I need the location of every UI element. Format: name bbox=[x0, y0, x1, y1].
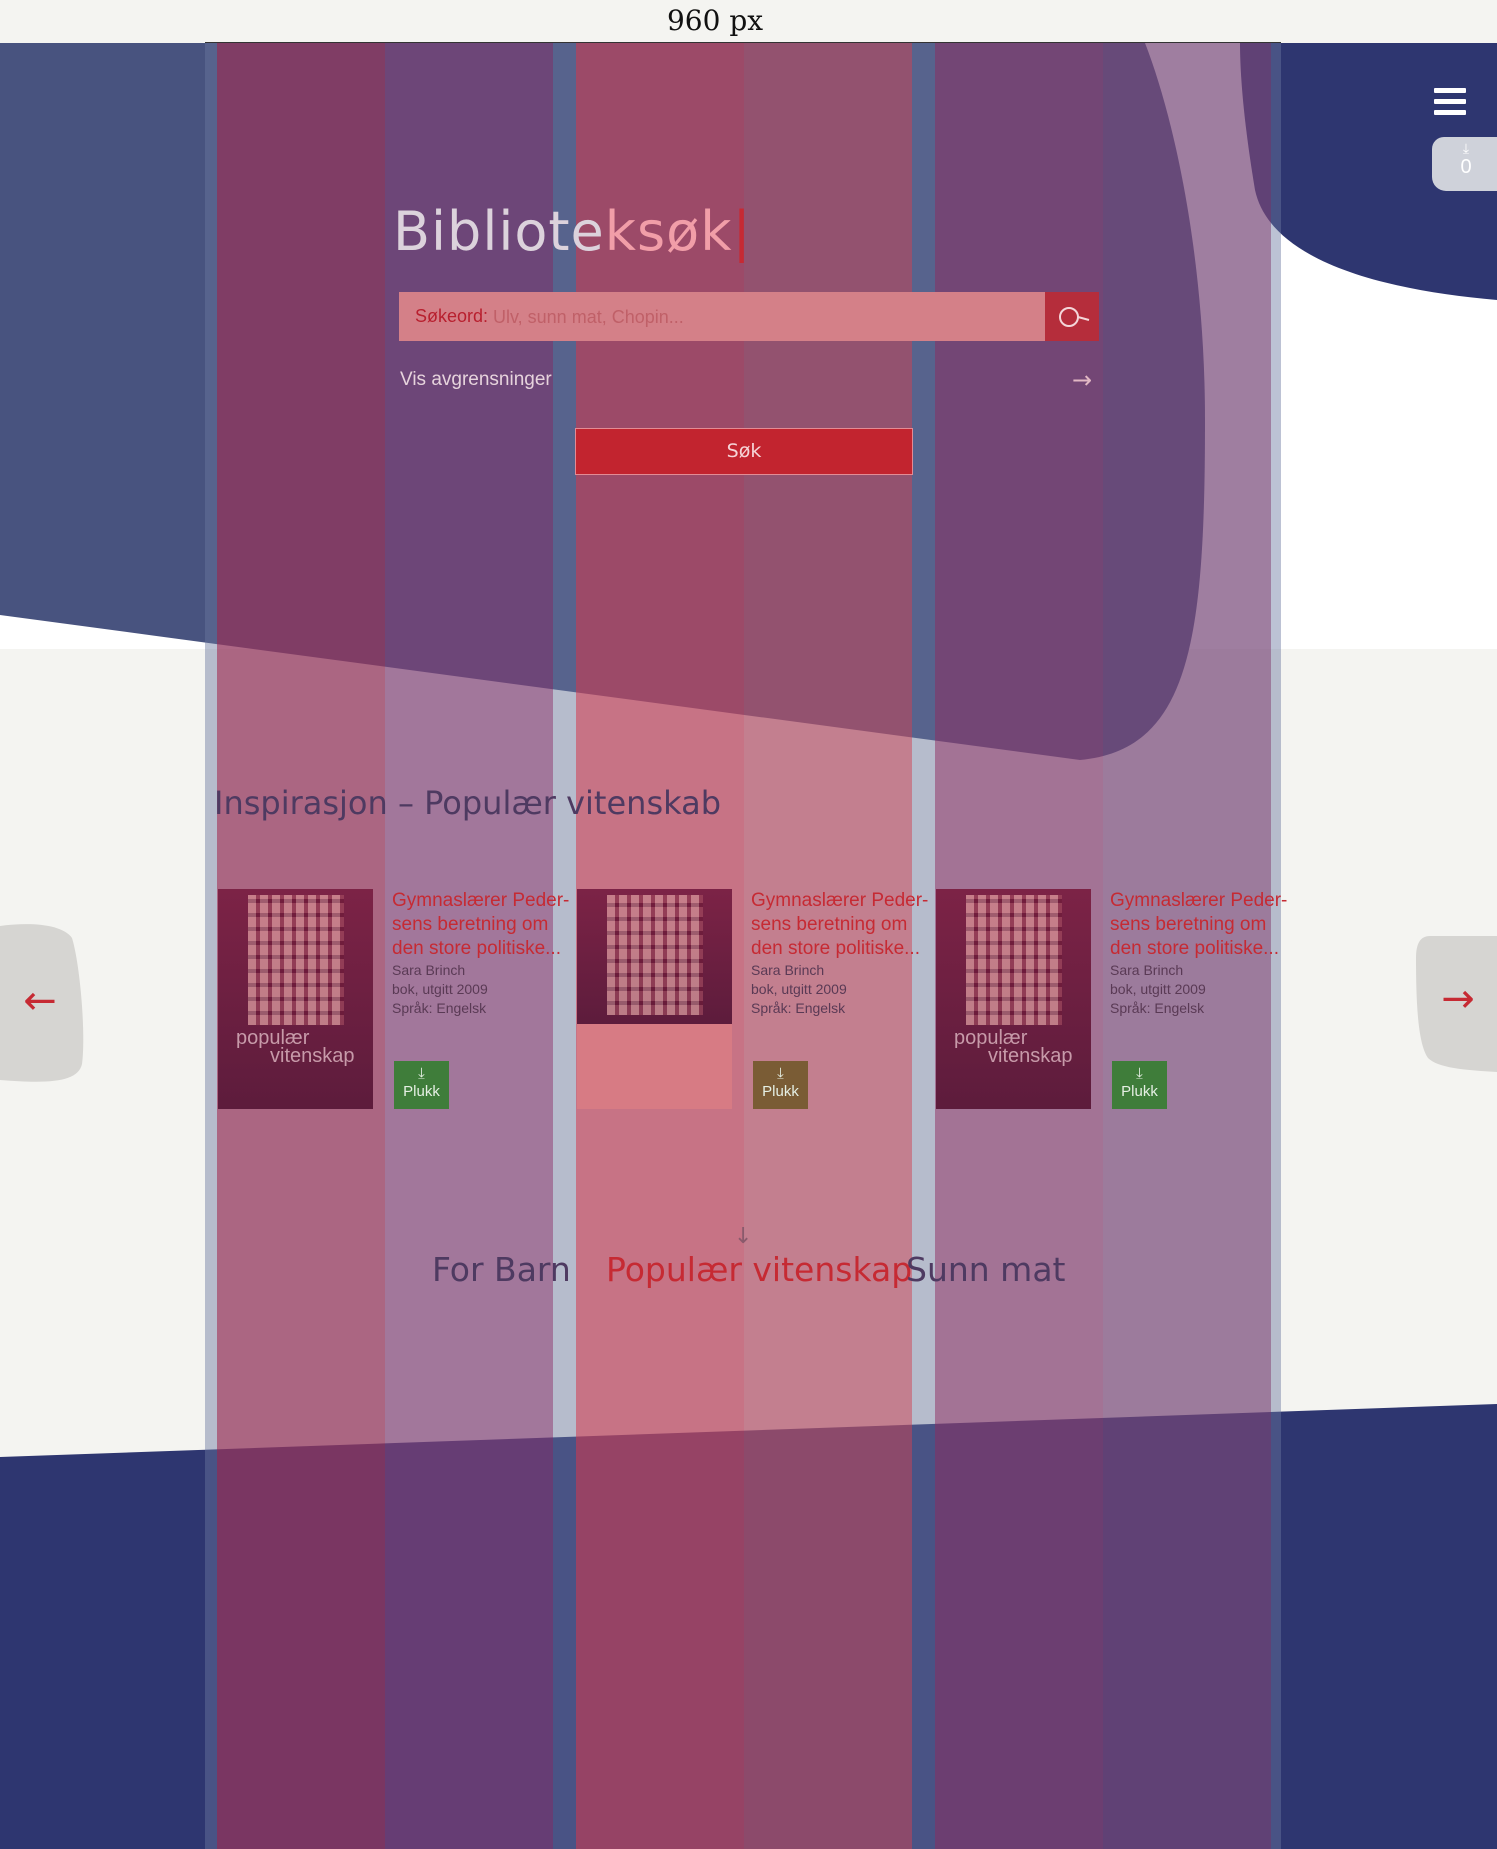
download-icon: ⤓ bbox=[777, 1065, 784, 1082]
download-icon: ⤓ bbox=[1136, 1065, 1143, 1082]
logo-text-part1: Bibliote bbox=[393, 200, 605, 263]
pick-button[interactable]: ⤓ Plukk bbox=[753, 1061, 808, 1109]
book-title-link[interactable]: Gymnaslærer Peder-sens beretning om den … bbox=[392, 889, 576, 961]
arrow-right-icon: → bbox=[1441, 976, 1475, 1022]
cover-title: populær vitenskap bbox=[954, 1027, 1073, 1067]
book-cover[interactable] bbox=[577, 889, 732, 1024]
book-info: Gymnaslærer Peder-sens beretning om den … bbox=[1110, 889, 1294, 1018]
category-tab[interactable]: Sunn mat bbox=[906, 1250, 1066, 1289]
book-card: populær vitenskap Gymnaslærer Peder-sens… bbox=[218, 889, 576, 1119]
pick-button[interactable]: ⤓ Plukk bbox=[1112, 1061, 1167, 1109]
search-button[interactable] bbox=[1045, 292, 1099, 341]
arrow-down-icon: ↓ bbox=[734, 1224, 753, 1249]
book-language: Språk: Engelsk bbox=[392, 1000, 487, 1016]
book-language: Språk: Engelsk bbox=[1110, 1000, 1205, 1016]
cover-artwork bbox=[607, 895, 703, 1015]
cover-artwork bbox=[248, 895, 344, 1025]
site-logo: Biblioteksøk| bbox=[393, 200, 752, 263]
book-meta: bok, utgitt 2009 bbox=[392, 981, 488, 997]
download-icon: ⤓ bbox=[418, 1065, 425, 1082]
search-icon bbox=[1059, 307, 1090, 327]
book-info: Gymnaslærer Peder-sens beretning om den … bbox=[751, 889, 935, 1018]
search-label: Søkeord: bbox=[415, 306, 489, 326]
book-meta: bok, utgitt 2009 bbox=[751, 981, 847, 997]
arrow-left-icon: ← bbox=[23, 978, 57, 1024]
book-cover[interactable]: populær vitenskap bbox=[936, 889, 1091, 1109]
category-tab[interactable]: For Barn bbox=[432, 1250, 571, 1289]
logo-text-part2: ksøk bbox=[604, 200, 733, 263]
hamburger-icon bbox=[1434, 88, 1466, 93]
picks-counter-button[interactable]: ⤓ 0 bbox=[1432, 137, 1497, 191]
book-author: Sara Brinch bbox=[392, 962, 466, 978]
carousel-prev-button[interactable]: ← bbox=[0, 924, 86, 1084]
hamburger-menu-button[interactable] bbox=[1434, 88, 1466, 118]
category-tab-active[interactable]: Populær vitenskap bbox=[606, 1250, 912, 1289]
submit-search-button[interactable]: Søk bbox=[575, 428, 913, 475]
search-bar: Søkeord: bbox=[399, 292, 1099, 341]
show-filters-link[interactable]: Vis avgrensninger bbox=[400, 369, 552, 391]
carousel-next-button[interactable]: → bbox=[1414, 934, 1497, 1074]
book-card: Gymnaslærer Peder-sens beretning om den … bbox=[577, 889, 935, 1119]
cover-artwork bbox=[966, 895, 1062, 1025]
book-cover[interactable]: populær vitenskap bbox=[218, 889, 373, 1109]
book-title-link[interactable]: Gymnaslærer Peder-sens beretning om den … bbox=[1110, 889, 1294, 961]
book-author: Sara Brinch bbox=[751, 962, 825, 978]
arrow-right-icon[interactable]: → bbox=[1072, 366, 1092, 394]
picks-count: 0 bbox=[1460, 156, 1472, 178]
book-author: Sara Brinch bbox=[1110, 962, 1184, 978]
search-input[interactable] bbox=[491, 298, 1015, 336]
book-meta: bok, utgitt 2009 bbox=[1110, 981, 1206, 997]
pick-button[interactable]: ⤓ Plukk bbox=[394, 1061, 449, 1109]
logo-cursor: | bbox=[732, 200, 752, 263]
book-language: Språk: Engelsk bbox=[751, 1000, 846, 1016]
download-icon: ⤓ bbox=[1462, 141, 1470, 157]
cover-placeholder bbox=[577, 1024, 732, 1109]
book-card: populær vitenskap Gymnaslærer Peder-sens… bbox=[936, 889, 1294, 1119]
book-info: Gymnaslærer Peder-sens beretning om den … bbox=[392, 889, 576, 1018]
book-title-link[interactable]: Gymnaslærer Peder-sens beretning om den … bbox=[751, 889, 935, 961]
cover-title: populær vitenskap bbox=[236, 1027, 355, 1067]
section-title: Inspirasjon – Populær vitenskab bbox=[214, 784, 721, 822]
